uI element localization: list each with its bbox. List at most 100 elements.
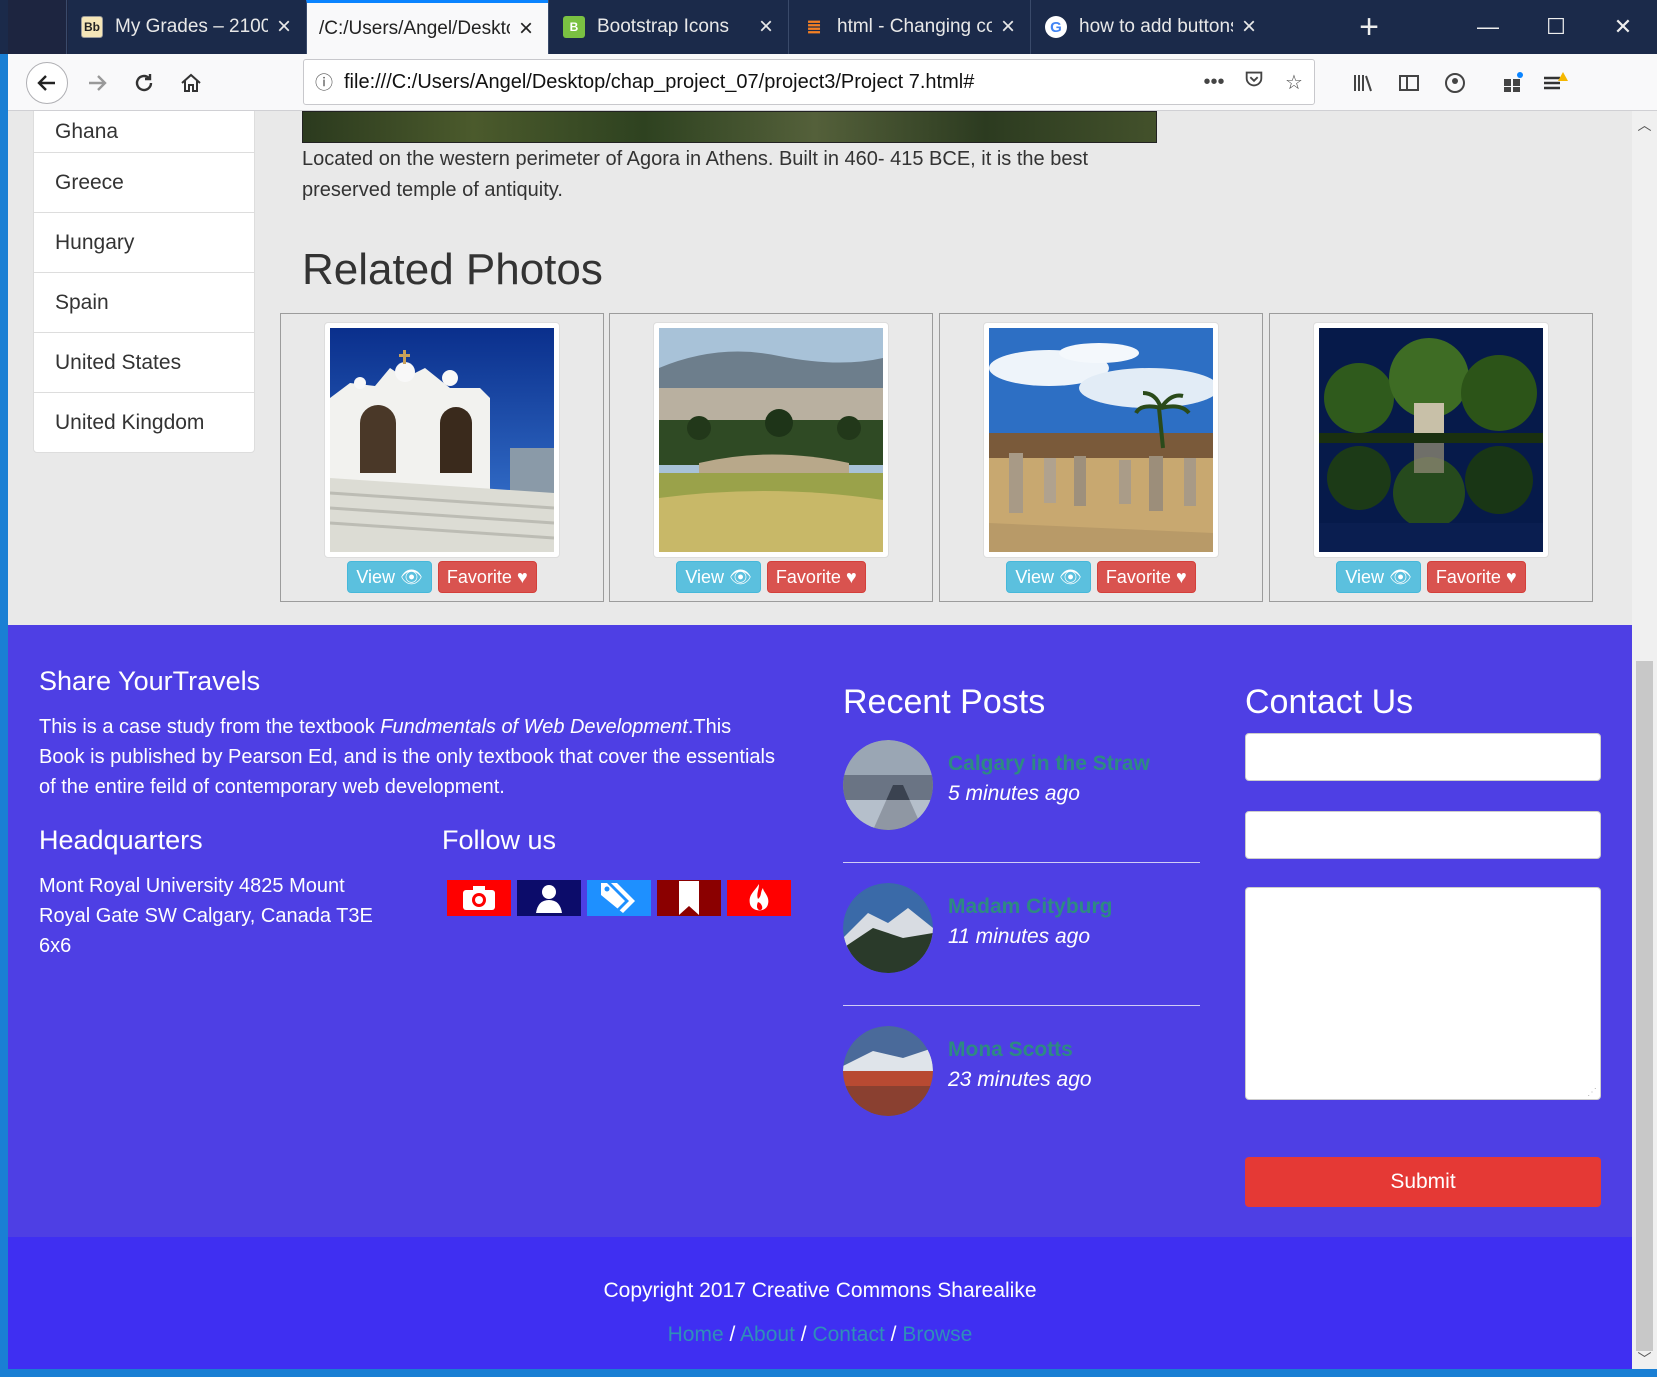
eye-icon: 👁 <box>1389 566 1412 587</box>
bookmark-star-icon[interactable]: ☆ <box>1274 70 1314 95</box>
heart-icon: ♥ <box>1175 566 1187 587</box>
arrow-right-icon <box>89 75 107 91</box>
view-button[interactable]: View 👁 <box>347 561 432 593</box>
country-item[interactable]: Spain <box>34 272 254 332</box>
follow-us-title: Follow us <box>442 825 557 855</box>
resize-handle-icon[interactable]: ⋰ <box>1587 1087 1597 1098</box>
account-icon[interactable] <box>1438 66 1472 100</box>
tags-icon[interactable] <box>587 880 651 916</box>
post-title[interactable]: Mona Scotts <box>948 1038 1073 1062</box>
scroll-down-icon[interactable]: ﹀ <box>1632 1349 1657 1369</box>
country-item[interactable]: United Kingdom <box>34 392 254 452</box>
menu-icon[interactable] <box>1538 66 1572 100</box>
post-time: 5 minutes ago <box>948 782 1080 805</box>
extensions-icon[interactable] <box>1496 66 1530 100</box>
country-item[interactable]: Greece <box>34 152 254 212</box>
contact-email-input[interactable] <box>1245 811 1601 859</box>
back-button[interactable] <box>26 62 68 104</box>
pocket-icon[interactable] <box>1234 68 1274 96</box>
related-photo[interactable] <box>329 328 555 552</box>
stackoverflow-icon: ≣ <box>806 16 822 37</box>
library-icon[interactable] <box>1346 66 1380 100</box>
forward-button[interactable] <box>76 62 118 104</box>
contact-name-input[interactable] <box>1245 733 1601 781</box>
reload-button[interactable] <box>123 62 165 104</box>
related-photo[interactable] <box>1319 328 1543 552</box>
scrollbar-thumb[interactable] <box>1636 661 1653 1351</box>
contact-us-title: Contact Us <box>1245 683 1414 721</box>
country-item[interactable]: Hungary <box>34 212 254 272</box>
share-text: This is a case study from the textbook F… <box>39 716 775 798</box>
favorite-button[interactable]: Favorite ♥ <box>437 561 537 593</box>
footer-link-contact[interactable]: Contact <box>812 1323 884 1346</box>
page-actions-icon[interactable]: ••• <box>1194 71 1234 94</box>
tab-project-7[interactable]: /C:/Users/Angel/Desktop × <box>306 0 548 54</box>
home-icon <box>181 73 201 92</box>
url-bar[interactable]: ⓘ file:///C:/Users/Angel/Desktop/chap_pr… <box>303 59 1315 105</box>
tab-google[interactable]: G how to add buttons u × <box>1030 0 1271 54</box>
post-thumbnail[interactable] <box>843 883 933 973</box>
url-text[interactable]: file:///C:/Users/Angel/Desktop/chap_proj… <box>344 71 1194 94</box>
blackboard-icon: Bb <box>81 16 103 38</box>
view-button[interactable]: View 👁 <box>1006 561 1091 593</box>
divider <box>843 1005 1200 1006</box>
bookmark-icon[interactable] <box>657 880 721 916</box>
recent-post: Mona Scotts 23 minutes ago <box>843 1026 1200 1176</box>
submit-button[interactable]: Submit <box>1245 1157 1601 1207</box>
related-photos-title: Related Photos <box>302 245 603 294</box>
minimize-button[interactable]: — <box>1454 0 1522 54</box>
close-tab-icon[interactable]: × <box>992 13 1024 41</box>
close-tab-icon[interactable]: × <box>1233 13 1265 41</box>
camera-icon[interactable] <box>447 880 511 916</box>
navigation-toolbar: ⓘ file:///C:/Users/Angel/Desktop/chap_pr… <box>8 54 1657 111</box>
headquarters-title: Headquarters <box>39 825 203 855</box>
site-footer: Share YourTravels This is a case study f… <box>8 625 1632 1237</box>
contact-message-textarea[interactable]: ⋰ <box>1245 887 1601 1100</box>
divider <box>843 862 1200 863</box>
scroll-up-icon[interactable]: ︿ <box>1632 115 1657 135</box>
favorite-button[interactable]: Favorite ♥ <box>1426 561 1526 593</box>
close-window-button[interactable]: ✕ <box>1589 0 1657 54</box>
footer-link-home[interactable]: Home <box>668 1323 724 1346</box>
related-photo[interactable] <box>989 328 1219 552</box>
tab-bar: Bb My Grades – 2100 Sp × /C:/Users/Angel… <box>0 0 1657 54</box>
related-photo-card: View 👁 Favorite ♥ <box>1269 313 1593 602</box>
new-tab-button[interactable]: + <box>1349 0 1389 54</box>
page-scrollbar[interactable]: ︿ ﹀ <box>1632 111 1657 1369</box>
related-photo-card: View 👁 Favorite ♥ <box>280 313 604 602</box>
view-button[interactable]: View 👁 <box>676 561 761 593</box>
close-tab-icon[interactable]: × <box>750 13 782 41</box>
recent-post: Calgary in the Straw 5 minutes ago <box>843 740 1200 890</box>
country-item[interactable]: United States <box>34 332 254 392</box>
close-tab-icon[interactable]: × <box>268 13 300 41</box>
user-icon[interactable] <box>517 880 581 916</box>
google-icon: G <box>1045 16 1067 38</box>
home-button[interactable] <box>170 62 212 104</box>
related-photo-card: View 👁 Favorite ♥ <box>609 313 933 602</box>
page-viewport: Ghana Greece Hungary Spain United States… <box>8 111 1632 1369</box>
fire-icon[interactable] <box>727 880 791 916</box>
close-tab-icon[interactable]: × <box>510 15 542 43</box>
maximize-button[interactable]: ☐ <box>1522 0 1590 54</box>
related-photo[interactable] <box>659 328 883 552</box>
reload-icon <box>135 74 153 92</box>
favorite-button[interactable]: Favorite ♥ <box>1096 561 1196 593</box>
tab-my-grades[interactable]: Bb My Grades – 2100 Sp × <box>66 0 306 54</box>
tab-bootstrap-icons[interactable]: B Bootstrap Icons × <box>548 0 788 54</box>
info-icon[interactable]: ⓘ <box>304 69 344 95</box>
post-title[interactable]: Calgary in the Straw <box>948 752 1150 776</box>
post-thumbnail[interactable] <box>843 740 933 830</box>
favorite-button[interactable]: Favorite ♥ <box>766 561 866 593</box>
post-thumbnail[interactable] <box>843 1026 933 1116</box>
post-title[interactable]: Madam Cityburg <box>948 895 1113 919</box>
tab-stackoverflow[interactable]: ≣ html - Changing colo × <box>788 0 1030 54</box>
country-item[interactable]: Ghana <box>34 111 254 152</box>
tab-title: /C:/Users/Angel/Desktop <box>319 17 510 39</box>
view-button[interactable]: View 👁 <box>1336 561 1421 593</box>
tab-title: My Grades – 2100 Sp <box>115 16 268 37</box>
recent-post: Madam Cityburg 11 minutes ago <box>843 883 1200 1033</box>
footer-link-browse[interactable]: Browse <box>902 1323 972 1346</box>
eye-icon: 👁 <box>400 566 423 587</box>
footer-link-about[interactable]: About <box>740 1323 795 1346</box>
sidebar-toggle-icon[interactable] <box>1392 66 1426 100</box>
